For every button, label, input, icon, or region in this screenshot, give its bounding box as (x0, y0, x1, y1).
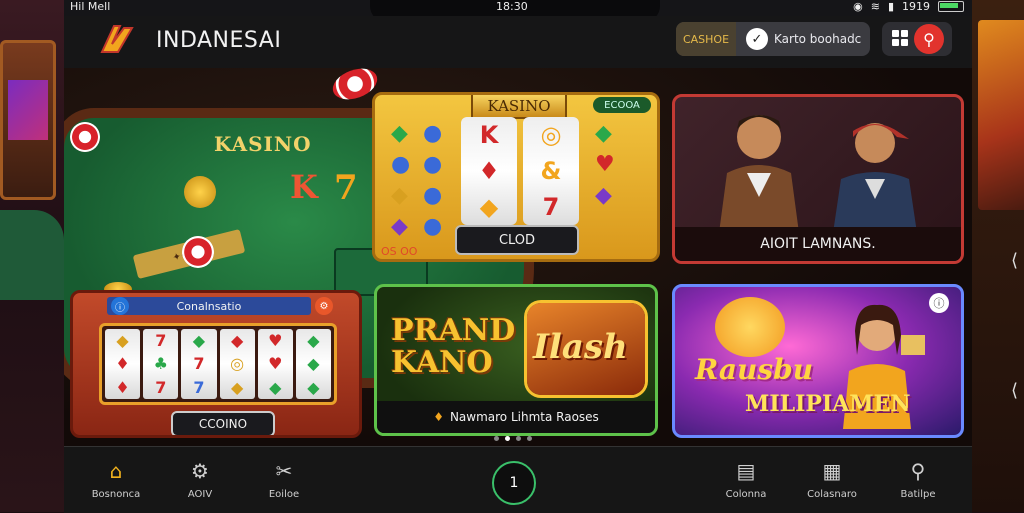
coin-icon (184, 176, 216, 208)
game-card-live[interactable]: AIOIT LAMNANS. (672, 94, 964, 264)
slot-reels: ◆ ♦ ♦ 7 ♣ 7 ◆ 7 7 ◆ ◎ ◆ ♥ ♥ ◆ ◆ ◆ ◆ (99, 323, 337, 405)
app-header: INDANESAI CASHOE ✓ Karto boohadc ⚲ (64, 16, 972, 68)
nav-item-aoiv[interactable]: ⚙ AOIV (160, 453, 240, 500)
nav-item-home[interactable]: ⌂ Bosnonca (76, 453, 156, 500)
battery-icon (938, 1, 964, 12)
felt-symbol-k: K (290, 168, 318, 206)
poker-chip-icon (182, 236, 214, 268)
app-logo-icon[interactable] (98, 22, 138, 58)
status-bar: Hil Mell 18:30 ◉ ≋ ▮ 1919 (64, 0, 972, 22)
background-screen (978, 20, 1024, 210)
nav-item-colasnaro[interactable]: ▦ Colasnaro (792, 453, 872, 500)
game-card-prank[interactable]: PRAND KANO Ilash ♦ Nawmaro Lihmta Raoses (374, 284, 658, 436)
dealer-man-image (719, 115, 799, 233)
header-actions: ⚲ (882, 22, 952, 56)
search-icon: ⚲ (910, 459, 926, 483)
nav-label: Colasnaro (807, 489, 857, 500)
menu-grid-icon[interactable] (892, 30, 908, 46)
nav-label: Bosnonca (91, 489, 141, 500)
card-subtitle: MILIPIAMEN (745, 391, 911, 417)
background-right: ⟨ ⟨ (972, 0, 1024, 512)
game-card-multiplayer[interactable]: ⓘ Rausbu MILIPIAMEN (672, 284, 964, 438)
nav-label: AOIV (187, 489, 213, 500)
clock: 18:30 (496, 0, 528, 13)
nav-item-batilpe[interactable]: ⚲ Batilpe (878, 453, 958, 500)
phone-screen: Hil Mell 18:30 ◉ ≋ ▮ 1919 INDANESAI CASH… (64, 0, 972, 513)
reel-2: ◎ & 7 (523, 117, 579, 225)
gem-column-right: ◆ ♥ ◆ (595, 121, 615, 208)
card-caption-bar: ♦ Nawmaro Lihmta Raoses (377, 401, 655, 433)
game-card-kasino[interactable]: KASINO ECOOA ◆ ● ◆ ◆ ● ● ● ● K ♦ ◆ ◎ & 7 ◆ ♥ ◆ CLOD … (372, 92, 660, 262)
alarm-icon: ◉ (853, 0, 863, 13)
bag-icon: ▤ (736, 459, 756, 483)
card-badge: ECOOA (593, 97, 651, 113)
fire-icon: ♦ (433, 410, 444, 424)
background-left (0, 0, 64, 512)
nav-item-eoiloe[interactable]: ✂ Eoiloe (244, 453, 324, 500)
center-action-button[interactable]: 1 (492, 461, 536, 505)
card-topbar: Conalnsatio (107, 297, 311, 315)
bottom-nav: ⌂ Bosnonca ⚙ AOIV ✂ Eoiloe 1 ▤ Colonna ▦… (64, 446, 972, 513)
game-card-slots[interactable]: Conalnsatio ⓘ ⚙ ◆ ♦ ♦ 7 ♣ 7 ◆ 7 7 ◆ ◎ ◆ ♥ ♥ ◆ ◆ ◆ ◆ … (70, 290, 362, 438)
android-back-icon[interactable]: ⟨ (1011, 250, 1018, 271)
card-logo-text: Ilash (533, 327, 628, 367)
account-bar[interactable]: CASHOE ✓ Karto boohadc (676, 22, 870, 56)
card-caption: AIOIT LAMNANS. (675, 227, 961, 261)
carrier-label: Hil Mell (70, 0, 111, 13)
login-button[interactable]: ✓ Karto boohadc (736, 22, 870, 56)
poker-chip-icon (70, 122, 100, 152)
card-tag: KASINO (471, 95, 567, 119)
search-icon[interactable]: ⚲ (914, 24, 944, 54)
nav-label: Batilpe (900, 489, 936, 500)
reel-1: K ♦ ◆ (461, 117, 517, 225)
info-icon[interactable]: ⓘ (111, 297, 129, 315)
wifi-icon: ≋ (870, 0, 880, 13)
news-icon: ▦ (822, 459, 842, 483)
card-caption: Nawmaro Lihmta Raoses (449, 410, 599, 424)
page-indicator (494, 436, 532, 441)
card-corner-label: OS OO (381, 245, 418, 258)
signal-icon: ▮ (887, 0, 894, 13)
login-label: Karto boohadc (774, 32, 862, 46)
nav-label: Eoiloe (268, 489, 300, 500)
cash-button[interactable]: CASHOE (676, 22, 736, 56)
tools-icon: ✂ (275, 459, 293, 483)
game-lobby: KASINO K 7 $6 ✦✦✦✦ KASINO ECOOA ◆●◆◆ ●●●… (64, 68, 972, 446)
play-button[interactable]: CCOINO (171, 411, 275, 435)
felt-symbol-7: 7 (334, 168, 358, 208)
app-name: INDANESAI (156, 28, 282, 53)
gem-column-left-2: ● ● ● ● (423, 121, 443, 239)
mascot-image (715, 297, 785, 357)
home-icon: ⌂ (109, 459, 123, 483)
nav-item-colonna[interactable]: ▤ Colonna (706, 453, 786, 500)
check-icon: ✓ (746, 28, 768, 50)
battery-percent: 1919 (902, 0, 930, 13)
dealer-man-cap-image (833, 123, 917, 233)
settings-icon[interactable]: ⚙ (315, 297, 333, 315)
play-button[interactable]: CLOD (455, 225, 579, 255)
background-slot-machine (0, 40, 56, 200)
gear-icon: ⚙ (191, 459, 209, 483)
info-icon[interactable]: ⓘ (929, 293, 949, 313)
background-table (0, 210, 64, 300)
card-title: PRAND KANO (391, 313, 516, 380)
android-recent-icon[interactable]: ⟨ (1011, 380, 1018, 401)
card-title: Rausbu (695, 353, 814, 386)
gem-column-left: ◆ ● ◆ ◆ (391, 121, 411, 239)
felt-title: KASINO (214, 132, 312, 156)
nav-label: Colonna (725, 489, 767, 500)
